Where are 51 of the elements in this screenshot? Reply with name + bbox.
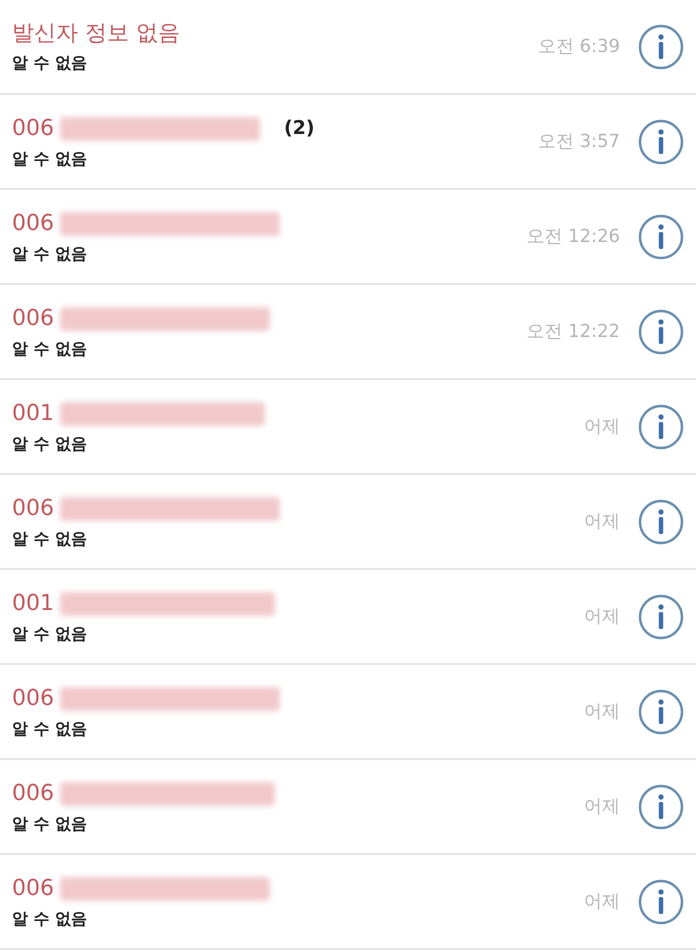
- info-button[interactable]: [638, 24, 684, 70]
- call-time: 오전 12:22: [526, 320, 620, 344]
- call-label: 알 수 없음: [12, 340, 88, 356]
- info-button[interactable]: [638, 214, 684, 260]
- caller-name: 006: [12, 782, 54, 804]
- info-button[interactable]: [638, 308, 684, 354]
- call-time: 오전 6:39: [538, 35, 620, 59]
- call-label: 알 수 없음: [12, 150, 88, 166]
- call-time: 어제: [584, 605, 620, 629]
- caller-name: 006: [12, 878, 54, 900]
- call-label: 알 수 없음: [12, 436, 88, 452]
- call-time: 어제: [584, 795, 620, 819]
- info-button[interactable]: [638, 688, 684, 734]
- call-label: 알 수 없음: [12, 910, 88, 926]
- caller-name: 006: [12, 498, 54, 520]
- call-label: 알 수 없음: [12, 816, 88, 832]
- call-row[interactable]: 001 알 수 없음 어제: [0, 570, 696, 665]
- call-time: 어제: [584, 890, 620, 914]
- call-label: 알 수 없음: [12, 626, 88, 642]
- call-time: 오전 3:57: [538, 130, 620, 154]
- call-row[interactable]: 006 알 수 없음 오전 12:22: [0, 285, 696, 380]
- call-row[interactable]: 006 (2) 알 수 없음 오전 3:57: [0, 95, 696, 190]
- caller-name: 006: [12, 118, 54, 140]
- call-time: 어제: [584, 510, 620, 534]
- call-label: 알 수 없음: [12, 720, 88, 736]
- call-time: 어제: [584, 700, 620, 724]
- info-button[interactable]: [638, 118, 684, 164]
- info-button[interactable]: [638, 878, 684, 924]
- call-row[interactable]: 006 알 수 없음 오전 12:26: [0, 190, 696, 285]
- caller-name: 001: [12, 402, 54, 424]
- info-button[interactable]: [638, 404, 684, 450]
- caller-name: 발신자 정보 없음: [12, 22, 180, 44]
- caller-name: 006: [12, 212, 54, 234]
- call-row[interactable]: 006 알 수 없음 어제: [0, 665, 696, 760]
- call-row[interactable]: 006 알 수 없음 어제: [0, 855, 696, 950]
- caller-name: 006: [12, 688, 54, 710]
- call-count: (2): [284, 119, 315, 138]
- call-label: 알 수 없음: [12, 54, 88, 70]
- caller-name: 006: [12, 308, 54, 330]
- call-row[interactable]: 006 알 수 없음 어제: [0, 475, 696, 570]
- info-button[interactable]: [638, 784, 684, 830]
- info-button[interactable]: [638, 594, 684, 640]
- call-row[interactable]: 006 알 수 없음 어제: [0, 760, 696, 855]
- call-label: 알 수 없음: [12, 246, 88, 262]
- call-row[interactable]: 001 알 수 없음 어제: [0, 380, 696, 475]
- call-time: 어제: [584, 415, 620, 439]
- caller-name: 001: [12, 592, 54, 614]
- call-row[interactable]: 발신자 정보 없음 알 수 없음 오전 6:39: [0, 0, 696, 95]
- call-label: 알 수 없음: [12, 530, 88, 546]
- info-button[interactable]: [638, 498, 684, 544]
- call-time: 오전 12:26: [526, 225, 620, 249]
